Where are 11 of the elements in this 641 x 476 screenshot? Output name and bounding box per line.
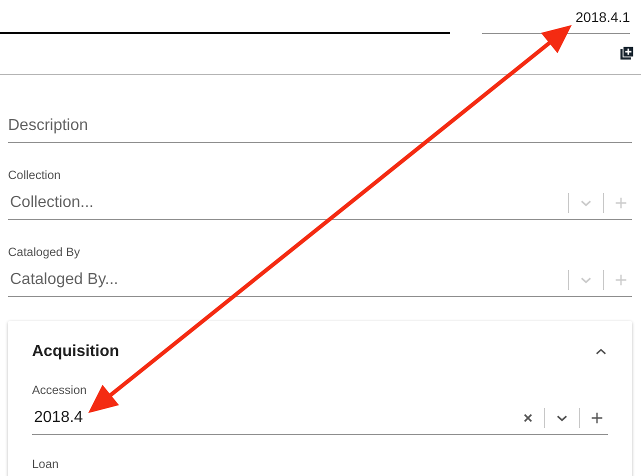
panel-title: Acquisition: [32, 343, 120, 361]
field-label: Accession: [32, 383, 88, 397]
field-label: Collection: [8, 168, 62, 182]
select-field[interactable]: 2018.4: [32, 408, 518, 426]
clear-icon[interactable]: [522, 412, 534, 424]
add-copy-icon[interactable]: [620, 46, 634, 60]
field-label: Loan: [32, 457, 60, 471]
field-label: Cataloged By: [8, 245, 82, 259]
plus-icon[interactable]: [590, 410, 604, 424]
select-field[interactable]: Cataloged By...: [8, 270, 562, 288]
select-field[interactable]: Collection...: [8, 194, 562, 212]
